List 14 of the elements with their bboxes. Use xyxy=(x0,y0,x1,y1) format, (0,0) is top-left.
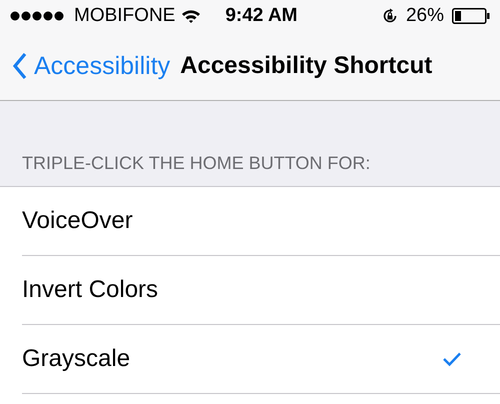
clock-time: 9:42 AM xyxy=(225,5,298,27)
section-header: TRIPLE-CLICK THE HOME BUTTON FOR: xyxy=(22,153,370,174)
back-chevron-icon xyxy=(12,52,28,80)
wifi-icon xyxy=(181,9,202,23)
option-row[interactable]: VoiceOver xyxy=(22,187,500,256)
page-title: Accessibility Shortcut xyxy=(180,52,432,80)
back-button[interactable]: Accessibility xyxy=(12,52,170,80)
rotation-lock-icon xyxy=(382,8,398,24)
battery-icon xyxy=(452,8,490,24)
battery-percent: 26% xyxy=(406,5,444,27)
option-row[interactable]: Grayscale xyxy=(22,325,500,394)
signal-icon xyxy=(10,11,66,21)
carrier-name: MOBIFONE xyxy=(74,5,176,27)
option-row[interactable]: Invert Colors xyxy=(22,256,500,325)
